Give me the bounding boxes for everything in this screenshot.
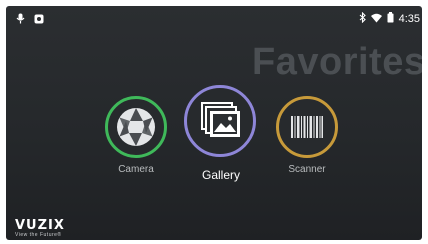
launcher-screen: 4:35 Favorites Camera Gallery Scanner VU…	[6, 6, 422, 240]
record-icon	[34, 11, 44, 29]
camera-ring	[105, 96, 167, 158]
battery-icon	[387, 10, 394, 28]
vuzix-logo: VUZIX View the Future®	[15, 218, 65, 238]
barcode-icon	[291, 116, 323, 143]
wifi-icon	[370, 10, 382, 28]
page-title: Favorites	[252, 41, 422, 83]
status-bar: 4:35	[6, 6, 422, 28]
brand-name: VUZIX	[15, 218, 65, 233]
clock-time: 4:35	[398, 13, 420, 25]
bluetooth-icon	[359, 10, 366, 28]
gallery-ring	[184, 85, 256, 157]
gallery-label: Gallery	[201, 168, 240, 182]
scanner-label: Scanner	[288, 164, 326, 175]
brand-tagline: View the Future®	[15, 232, 62, 238]
app-scanner[interactable]	[274, 94, 340, 160]
app-gallery[interactable]	[183, 84, 259, 160]
app-camera[interactable]	[103, 94, 169, 160]
scanner-ring	[276, 96, 338, 158]
camera-aperture-icon	[115, 106, 157, 153]
mic-icon	[16, 11, 25, 29]
gallery-photos-icon	[199, 100, 243, 149]
